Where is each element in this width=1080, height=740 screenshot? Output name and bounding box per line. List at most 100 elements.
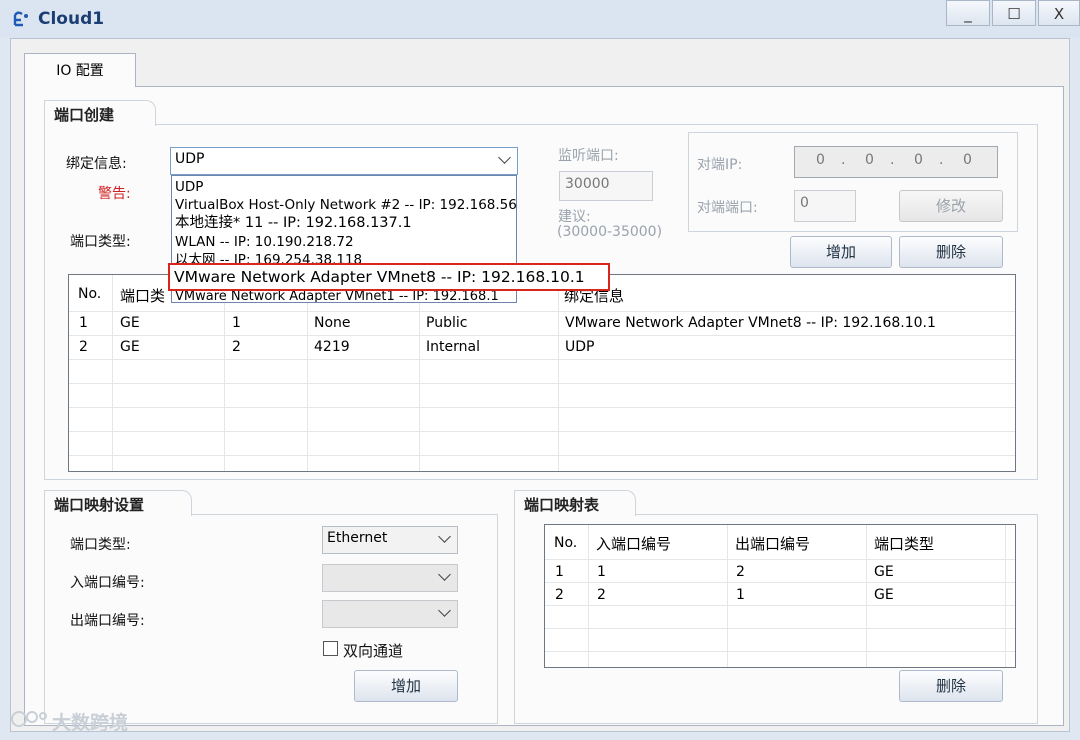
peer-ip-input[interactable]: 0 . 0 . 0 . 0 (794, 146, 998, 178)
add-port-button[interactable]: 增加 (790, 236, 892, 268)
cell-in-port: 2 (597, 587, 606, 603)
header-no: No. (78, 286, 102, 302)
row-divider (69, 359, 1015, 360)
peer-ip-octet-3: 0 (914, 152, 923, 168)
mapping-port-type-select[interactable]: Ethernet (322, 526, 458, 554)
column-divider (224, 275, 225, 471)
chevron-down-icon (438, 604, 451, 617)
dropdown-option-highlighted[interactable]: VMware Network Adapter VMnet8 -- IP: 192… (168, 263, 610, 291)
modify-button[interactable]: 修改 (899, 190, 1003, 222)
binding-label: 绑定信息: (66, 156, 127, 172)
row-divider (69, 335, 1015, 336)
peer-ip-octet-2: 0 (865, 152, 874, 168)
column-divider (112, 275, 113, 471)
listen-port-label: 监听端口: (558, 148, 619, 164)
mapping-table: No. 入端口编号 出端口编号 端口类型 1 1 2 GE 2 2 1 GE (544, 524, 1016, 668)
binding-select[interactable]: UDP (170, 147, 518, 175)
minimize-button[interactable]: _ (946, 0, 990, 26)
header-port-type: 端口类 (120, 287, 166, 305)
cell-type: Internal (426, 339, 480, 355)
maximize-button[interactable]: ☐ (992, 0, 1036, 26)
dropdown-option[interactable]: UDP (175, 178, 203, 196)
cell-udp-port: 4219 (314, 339, 350, 355)
cell-no: 2 (555, 587, 564, 603)
dropdown-option[interactable]: 本地连接* 11 -- IP: 192.168.137.1 (175, 214, 412, 232)
watermark-text: 大数跨境 (52, 712, 129, 734)
row-divider (69, 455, 1015, 456)
cell-out-port: 2 (736, 564, 745, 580)
dropdown-option[interactable]: WLAN -- IP: 10.190.218.72 (175, 233, 354, 251)
mapping-port-type-value: Ethernet (327, 530, 388, 546)
cell-udp-port: None (314, 315, 351, 331)
header-port-type: 端口类型 (874, 535, 935, 553)
column-divider (419, 275, 420, 471)
cell-port-type: GE (874, 564, 894, 580)
ip-dot: . (939, 152, 944, 168)
cell-port-type: GE (120, 315, 140, 331)
port-type-label: 端口类型: (70, 234, 131, 250)
port-creation-title: 端口创建 (44, 100, 156, 126)
port-mapping-table-title: 端口映射表 (514, 490, 636, 516)
column-divider (866, 525, 867, 667)
row-divider (545, 628, 1015, 629)
cell-port-type: GE (120, 339, 140, 355)
delete-mapping-button[interactable]: 删除 (899, 670, 1003, 702)
chevron-down-icon (498, 151, 511, 164)
row-divider (545, 559, 1015, 560)
mapping-port-type-label: 端口类型: (70, 537, 131, 553)
ip-dot: . (841, 152, 846, 168)
in-port-select[interactable] (322, 564, 458, 592)
close-button[interactable]: X (1038, 0, 1080, 26)
column-divider (558, 275, 559, 471)
bidirectional-checkbox[interactable] (323, 641, 338, 656)
suggest-label: 建议: (558, 209, 591, 225)
out-port-label: 出端口编号: (70, 613, 145, 629)
cell-out-port: 1 (736, 587, 745, 603)
dropdown-option[interactable]: VirtualBox Host-Only Network #2 -- IP: 1… (175, 196, 516, 214)
cell-no: 1 (555, 564, 564, 580)
cell-port-no: 2 (232, 339, 241, 355)
warning-label: 警告: (98, 186, 131, 202)
column-divider (307, 275, 308, 471)
binding-select-value: UDP (175, 151, 205, 167)
header-no: No. (554, 535, 578, 551)
row-divider (69, 407, 1015, 408)
cell-binding: VMware Network Adapter VMnet8 -- IP: 192… (565, 315, 936, 331)
peer-ip-label: 对端IP: (697, 157, 743, 173)
column-divider (588, 525, 589, 667)
cell-type: Public (426, 315, 468, 331)
delete-port-button[interactable]: 删除 (899, 236, 1003, 268)
out-port-select[interactable] (322, 600, 458, 628)
row-divider (545, 605, 1015, 606)
column-divider (1005, 525, 1006, 667)
header-in-port: 入端口编号 (596, 535, 672, 553)
listen-port-input[interactable]: 30000 (559, 171, 653, 201)
row-divider (69, 311, 1015, 312)
window-title: Cloud1 (38, 9, 105, 29)
row-divider (69, 383, 1015, 384)
port-table: No. 端口类 绑定信息 1 GE 1 None Public VMware N… (68, 274, 1016, 472)
tab-io-config[interactable]: IO 配置 (24, 53, 136, 87)
peer-port-label: 对端端口: (697, 200, 758, 216)
cell-binding: UDP (565, 339, 595, 355)
title-bar (0, 0, 1080, 38)
row-divider (69, 431, 1015, 432)
row-divider (545, 582, 1015, 583)
column-divider (727, 525, 728, 667)
watermark-logo-icon (11, 711, 47, 727)
peer-port-input[interactable]: 0 (794, 190, 856, 222)
suggest-range: (30000-35000) (557, 224, 663, 240)
row-divider (545, 651, 1015, 652)
cell-port-type: GE (874, 587, 894, 603)
chevron-down-icon (438, 530, 451, 543)
add-mapping-button[interactable]: 增加 (354, 670, 458, 702)
in-port-label: 入端口编号: (70, 575, 145, 591)
cloud-app-icon (13, 11, 28, 27)
cell-in-port: 1 (597, 564, 606, 580)
bidirectional-label: 双向通道 (343, 642, 404, 660)
cell-no: 2 (79, 339, 88, 355)
port-mapping-settings-title: 端口映射设置 (44, 490, 192, 516)
peer-ip-octet-4: 0 (963, 152, 972, 168)
peer-ip-octet-1: 0 (816, 152, 825, 168)
cell-port-no: 1 (232, 315, 241, 331)
